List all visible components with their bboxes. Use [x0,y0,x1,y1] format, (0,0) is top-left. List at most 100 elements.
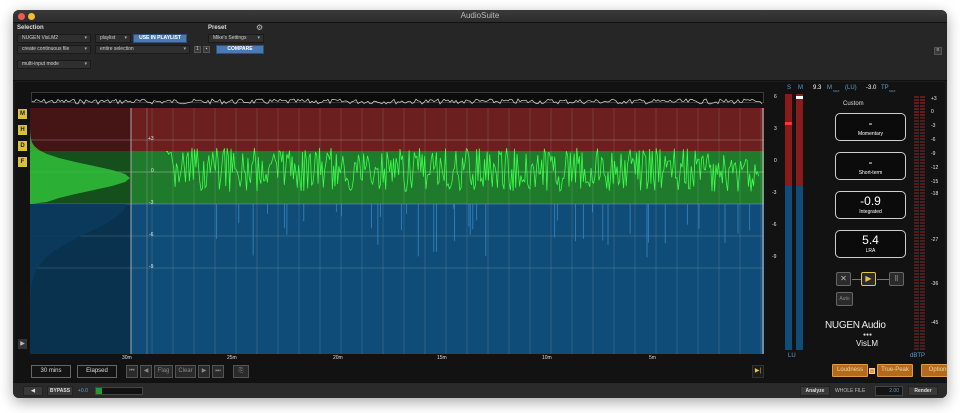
link-toggle[interactable] [869,368,875,374]
time-label-30m: 30m [122,355,132,361]
step-back-icon[interactable]: ◀ [140,365,152,378]
side-button-m[interactable]: M [18,109,27,119]
tp-scale-label: -9 [931,151,936,157]
step-forward-icon[interactable]: ▶ [198,365,210,378]
preset-number[interactable]: 1 [194,46,201,53]
save-preset-icon[interactable]: ▪ [203,46,210,53]
tp-scale-label: -18 [931,191,939,197]
overview-strip[interactable] [31,92,764,105]
selection-mode-select-value: entire selection [100,46,134,52]
selection-mode-select[interactable]: entire selection ▾ [95,45,190,54]
chevron-down-icon: ▾ [257,35,260,41]
elapsed-toggle[interactable]: Elapsed [77,365,117,378]
input-mode-select[interactable]: multi-input mode ▾ [17,60,91,69]
momentary-value: - [868,116,873,130]
lu-scale-0: 0 [774,158,777,164]
histogram-play-icon[interactable]: ▶ [18,339,27,349]
tp-scale-label: -12 [931,165,939,171]
tp-scale-label: -36 [931,281,939,287]
duration-select[interactable]: 30 mins [31,365,71,378]
preset-settings-icon[interactable]: ⚙ [256,23,263,32]
m-max-value: 9.3 [813,85,822,91]
tp-scale-label: 0 [931,109,934,115]
file-mode-select[interactable]: create continuous file ▾ [17,45,91,54]
lra-readout: 5.4 LRA [835,230,906,258]
lu-unit-label: LU [788,353,796,359]
lu-scale-minus3: -3 [772,190,777,196]
pause-icon[interactable]: Ⅱ [889,272,904,286]
side-button-d[interactable]: D [18,141,27,151]
title-bar: AudioSuite [13,10,947,23]
meter-m-label: M [798,85,803,91]
dbtp-unit-label: dBTP [910,353,926,359]
chevron-down-icon: ▾ [124,35,127,41]
meter-s-label: S [787,85,792,91]
use-in-playlist-button[interactable]: USE IN PLAYLIST [133,34,187,43]
true-peak-button[interactable]: True-Peak [877,364,913,377]
options-button[interactable]: Options [921,364,947,377]
graph-tick-minus9: -9 [149,264,154,270]
whole-file-label: WHOLE FILE [835,388,866,394]
graph-tick-minus6: -6 [149,232,154,238]
time-label-5m: 5m [649,355,656,361]
overview-waveform [31,98,763,105]
playlist-select[interactable]: playlist ▾ [95,34,131,43]
render-button[interactable]: Render [908,386,938,396]
analyze-button[interactable]: Analyze [800,386,830,396]
brand-logo: NUGEN Audio [825,320,886,331]
gain-value: +0.0 [78,388,88,394]
jump-to-end-icon[interactable]: ▶| [752,365,764,378]
shortterm-value: - [868,155,873,169]
tp-max-value: -3.0 [866,85,877,91]
chevron-down-icon: ▾ [84,46,87,52]
audiosuite-header: Selection Preset ⚙ NUGEN VisLM2 ▾ playlis… [13,23,947,81]
preset-label: Preset [208,25,227,31]
gain-meter [95,387,143,395]
loudness-button[interactable]: Loudness [832,364,868,377]
lra-label: LRA [865,248,876,254]
m-max-label: M [827,85,832,91]
audiosuite-footer: ◀ BYPASS +0.0 Analyze WHOLE FILE 2.00 Re… [13,382,947,398]
lu-scale-minus9: -9 [772,254,777,260]
skip-forward-icon[interactable]: ⏭ [212,365,224,378]
clear-button[interactable]: Clear [175,365,196,378]
tp-scale-label: -45 [931,320,939,326]
tp-max-label: TP [881,85,889,91]
tp-scale-label: -6 [931,137,936,143]
side-button-f[interactable]: F [18,157,27,167]
lu-scale-minus6: -6 [772,222,777,228]
selection-label: Selection [17,25,44,31]
loudness-history-graph[interactable]: +3 0 -3 -6 -9 [30,108,764,354]
window-menu-icon[interactable]: ≡ [934,47,942,55]
side-button-h[interactable]: H [18,125,27,135]
previous-icon[interactable]: ◀ [23,386,43,396]
tp-scale-label: -3 [931,123,936,129]
time-label-25m: 25m [227,355,237,361]
auto-button[interactable]: Auto [836,292,853,306]
time-label-20m: 20m [333,355,343,361]
integrated-readout: -0.9 Integrated [835,191,906,219]
audiosuite-window: AudioSuite Selection Preset ⚙ NUGEN VisL… [13,10,947,398]
loudness-graph-svg [30,108,764,354]
plugin-select[interactable]: NUGEN VisLM2 ▾ [17,34,91,43]
integrated-label: Integrated [859,209,882,215]
shortterm-readout: - Short-term [835,152,906,180]
preset-select[interactable]: Mike's Settings ▾ [208,34,264,43]
handle-length-field[interactable]: 2.00 [875,386,903,396]
file-mode-select-value: create continuous file [22,46,70,52]
play-icon[interactable]: ▶ [861,272,876,286]
graph-tick-plus3: +3 [148,136,154,142]
graph-tick-0: 0 [151,168,154,174]
export-icon[interactable]: ⎘ [233,365,249,378]
true-peak-meters [914,96,925,350]
bypass-button[interactable]: BYPASS [47,386,73,396]
lu-meters [785,94,803,350]
skip-back-icon[interactable]: ⏮ [126,365,138,378]
time-label-10m: 10m [542,355,552,361]
reset-icon[interactable]: ✕ [836,272,851,286]
compare-button[interactable]: COMPARE [216,45,264,54]
flag-button[interactable]: Flag [154,365,173,378]
input-mode-select-value: multi-input mode [22,61,59,67]
tp-scale-label: +3 [931,96,937,102]
chevron-down-icon: ▾ [84,61,87,67]
